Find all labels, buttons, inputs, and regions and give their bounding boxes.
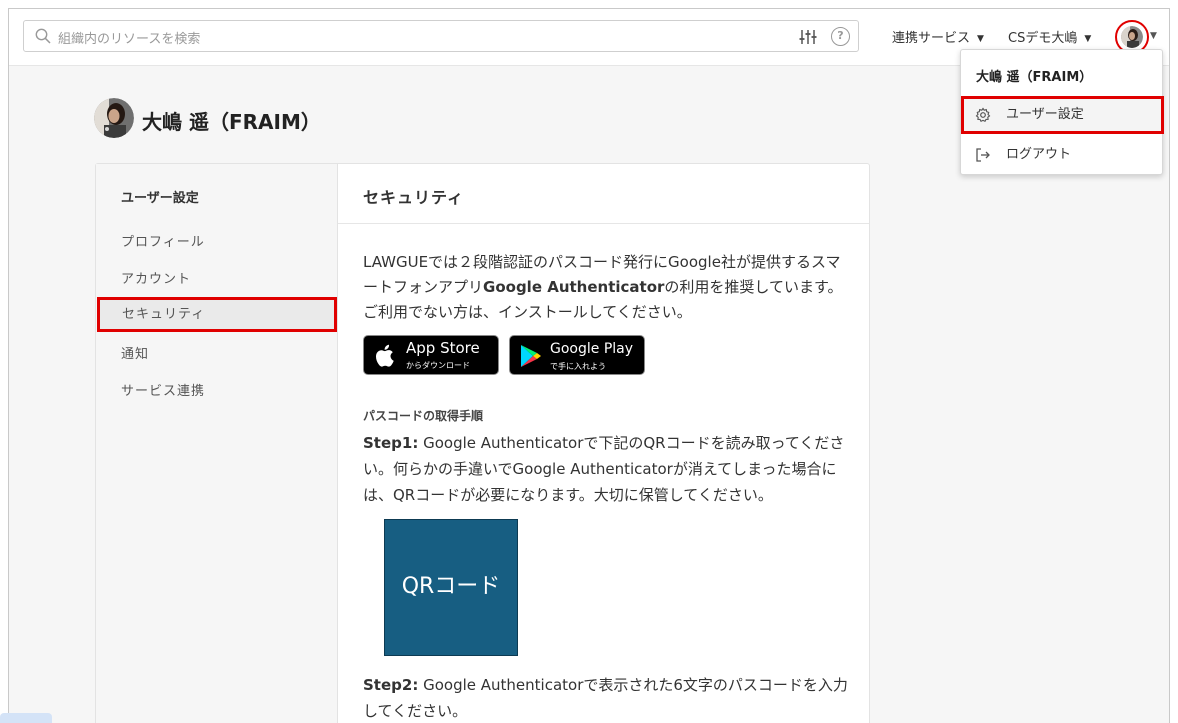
dropdown-user-name: 大嶋 遥（FRAIM） [976,70,1093,85]
settings-sidebar: ユーザー設定 プロフィール アカウント セキュリティ 通知 サービス連携 [96,164,338,723]
qr-code: QRコード [384,519,518,656]
app-window: 組織内のリソースを検索 ? 連携サービス ▼ CSデモ大嶋 ▼ ▼ 大嶋 遥（F… [8,8,1170,723]
google-play-badge[interactable]: Google Play で手に入れよう [509,335,645,375]
google-play-line1: Google Play [550,341,634,357]
org-menu[interactable]: CSデモ大嶋 ▼ [1008,27,1091,46]
integrations-label: 連携サービス [892,31,971,46]
step2-text: Step2: Google Authenticatorで表示された6文字のパスコ… [363,672,848,723]
menu-item-label: ユーザー設定 [1006,107,1084,122]
menu-item-logout[interactable]: ログアウト [961,136,1164,174]
sidebar-item-service-integration[interactable]: サービス連携 [96,374,338,409]
app-store-badge[interactable]: App Store からダウンロード [363,335,499,375]
corner-widget[interactable] [0,713,52,723]
logout-icon [976,148,990,162]
page-title: 大嶋 遥（FRAIM） [142,110,321,134]
step1-body: Google Authenticatorで下記のQRコードを読み取ってください。… [363,434,845,504]
app-store-line1: App Store [406,339,480,357]
section-title: セキュリティ [363,188,465,207]
menu-item-label: ログアウト [1006,147,1072,162]
step2-body: Google Authenticatorで表示された6文字のパスコードを入力して… [363,676,848,720]
app-store-line2: からダウンロード [406,361,470,370]
step1-text: Step1: Google Authenticatorで下記のQRコードを読み取… [363,430,848,508]
intro-text-bold: Google Authenticator [483,278,665,296]
caret-down-icon[interactable]: ▼ [1150,31,1157,41]
procedure-heading: パスコードの取得手順 [363,409,484,423]
avatar [1121,26,1143,48]
sidebar-item-profile[interactable]: プロフィール [96,225,338,260]
caret-down-icon: ▼ [977,34,984,44]
help-icon[interactable]: ? [831,27,850,46]
org-label: CSデモ大嶋 [1008,31,1078,46]
integrations-menu[interactable]: 連携サービス ▼ [892,27,984,46]
apple-icon [375,344,394,367]
menu-item-user-settings[interactable]: ユーザー設定 [961,96,1164,134]
sidebar-item-security[interactable]: セキュリティ [97,297,337,332]
content-header: セキュリティ [338,164,869,224]
step2-label: Step2: [363,676,419,694]
settings-panel: ユーザー設定 プロフィール アカウント セキュリティ 通知 サービス連携 セキュ… [95,163,870,723]
search-input[interactable]: 組織内のリソースを検索 ? [23,20,859,52]
caret-down-icon: ▼ [1084,34,1092,44]
search-placeholder: 組織内のリソースを検索 [58,32,201,47]
gear-icon [975,107,991,123]
avatar [94,98,134,138]
user-dropdown-menu: 大嶋 遥（FRAIM） ユーザー設定 ログアウト [960,49,1164,175]
sidebar-item-account[interactable]: アカウント [96,262,338,297]
google-play-icon [521,345,541,367]
intro-text: LAWGUEでは２段階認証のパスコード発行にGoogle社が提供するスマートフォ… [363,250,848,325]
sidebar-item-notifications[interactable]: 通知 [96,337,338,372]
search-icon [35,28,51,44]
google-play-line2: で手に入れよう [550,362,606,371]
sidebar-title: ユーザー設定 [121,191,199,206]
filter-sliders-icon[interactable] [799,28,817,46]
step1-label: Step1: [363,434,419,452]
